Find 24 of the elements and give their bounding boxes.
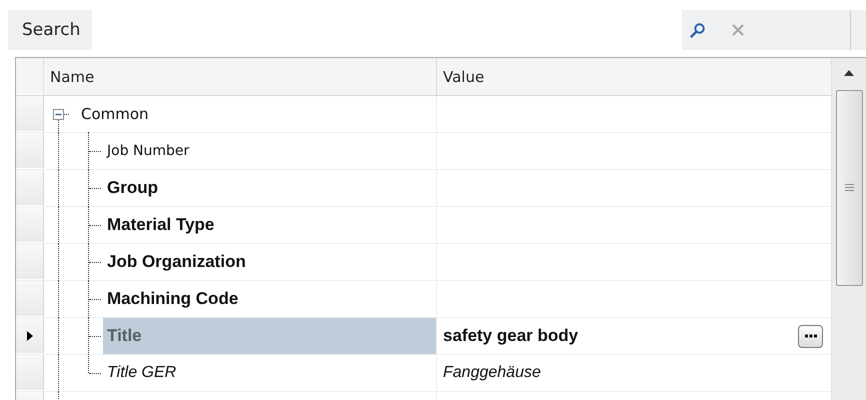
property-value: safety gear body xyxy=(443,326,578,346)
column-header[interactable]: Value xyxy=(437,58,831,95)
editor-button[interactable] xyxy=(798,324,823,348)
search-label: Search xyxy=(21,19,82,42)
close-icon[interactable] xyxy=(732,24,744,36)
scroll-thumb[interactable] xyxy=(836,90,862,286)
category-name[interactable]: Common xyxy=(77,96,437,132)
scroll-up-icon[interactable] xyxy=(844,70,854,76)
scrollbar[interactable] xyxy=(831,58,866,400)
property-name[interactable]: Job Organization xyxy=(103,244,437,280)
search-icon[interactable] xyxy=(690,22,706,38)
ellipsis-icon xyxy=(804,334,816,338)
property-name[interactable]: Material Type xyxy=(103,207,437,243)
grip-icon xyxy=(844,184,854,192)
property-name[interactable]: Job Number xyxy=(103,133,437,169)
property-name[interactable]: Machining Code xyxy=(103,281,437,317)
row-header[interactable] xyxy=(16,318,44,354)
column-header[interactable]: Name xyxy=(44,58,437,95)
current-row-icon xyxy=(26,330,32,340)
property-value: Fanggehäuse xyxy=(443,364,541,382)
collapse-icon[interactable] xyxy=(53,109,64,120)
property-name[interactable]: Title xyxy=(103,318,437,354)
property-name[interactable]: Title GER xyxy=(103,355,437,391)
property-name[interactable]: Group xyxy=(103,170,437,206)
